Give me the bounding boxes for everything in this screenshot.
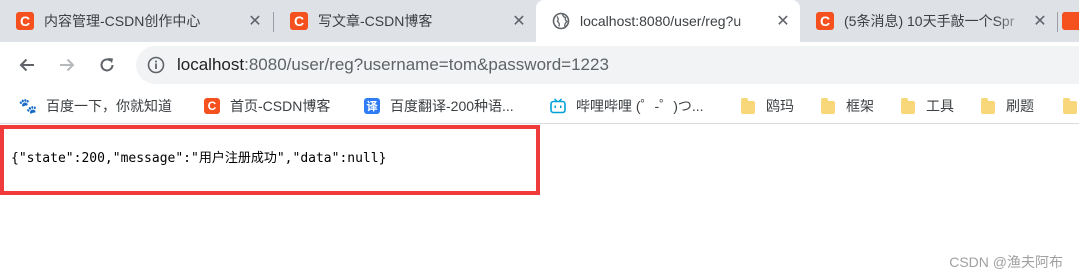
tab-title: 内容管理-CSDN创作中心 [44,13,201,29]
tab-title: 写文章-CSDN博客 [318,13,433,29]
csdn-icon: C [16,12,34,30]
csdn-icon: C [204,98,220,114]
bookmarks-bar: 🐾 百度一下，你就知道 C 首页-CSDN博客 译 百度翻译-200种语... … [0,88,1079,124]
bookmark-label: 首页-CSDN博客 [230,98,331,114]
csdn-icon: C [816,12,834,30]
arrow-left-icon [19,58,34,72]
bookmark-label: 鸥玛 [766,98,794,114]
url-text[interactable]: localhost:8080/user/reg?username=tom&pas… [177,55,609,75]
translate-icon: 译 [364,98,380,114]
close-icon[interactable]: ✕ [774,12,792,30]
csdn-icon[interactable] [1062,12,1079,30]
forward-button[interactable] [52,50,82,80]
baidu-icon: 🐾 [18,98,38,115]
bookmark-folder-ouma[interactable]: 鸥玛 [740,88,794,124]
bookmark-folder-framework[interactable]: 框架 [820,88,874,124]
tab-csdn-messages[interactable]: C (5条消息) 10天手敲一个Spr ✕ [800,0,1057,42]
tab-csdn-content-management[interactable]: C 内容管理-CSDN创作中心 ✕ [0,0,272,42]
bookmark-label: 工具 [926,98,954,114]
bookmark-label: 百度翻译-200种语... [390,98,514,114]
tab-localhost-reg[interactable]: localhost:8080/user/reg?u ✕ [536,0,800,42]
bilibili-icon [550,98,566,114]
info-icon[interactable] [147,56,165,74]
bookmark-baidu[interactable]: 🐾 百度一下，你就知道 [18,88,172,124]
bookmark-baidu-translate[interactable]: 译 百度翻译-200种语... [364,88,514,124]
reload-button[interactable] [92,50,122,80]
tab-strip: C 内容管理-CSDN创作中心 ✕ C 写文章-CSDN博客 ✕ localho… [0,0,1079,42]
bookmark-label: 哔哩哔哩 (゜-゜)つ... [576,98,704,114]
arrow-right-icon [60,58,75,72]
tab-separator [1057,12,1058,32]
close-icon[interactable]: ✕ [246,12,264,30]
bookmark-folder-tools[interactable]: 工具 [900,88,954,124]
bookmark-label: 刷题 [1006,98,1034,114]
folder-icon [740,97,756,114]
navigation-toolbar: localhost:8080/user/reg?username=tom&pas… [0,42,1079,88]
bookmark-label: 百度一下，你就知道 [46,98,172,114]
url-path: :8080/user/reg?username=tom&password=122… [244,55,609,74]
globe-icon [552,12,570,30]
folder-icon [820,97,836,114]
url-host: localhost [177,55,245,74]
watermark: CSDN @渔夫阿布 [949,254,1063,270]
close-icon[interactable]: ✕ [1031,12,1049,30]
address-bar[interactable]: localhost:8080/user/reg?username=tom&pas… [136,46,1079,84]
bookmark-folder-partial[interactable] [1062,88,1079,124]
bookmark-bilibili[interactable]: 哔哩哔哩 (゜-゜)つ... [550,88,704,124]
reload-icon [100,58,114,72]
back-button[interactable] [12,50,42,80]
tab-csdn-write-article[interactable]: C 写文章-CSDN博客 ✕ [274,0,536,42]
bookmark-folder-practice[interactable]: 刷题 [980,88,1034,124]
close-icon[interactable]: ✕ [510,12,528,30]
bookmark-csdn-home[interactable]: C 首页-CSDN博客 [204,88,330,124]
tab-title: localhost:8080/user/reg?u [580,13,742,29]
json-response: {"state":200,"message":"用户注册成功","data":n… [11,151,387,166]
csdn-icon: C [290,12,308,30]
tab-title: (5条消息) 10天手敲一个Spr [844,13,1015,29]
bookmark-label: 框架 [846,98,874,114]
folder-icon [900,97,916,114]
folder-icon [1062,97,1078,114]
folder-icon [980,97,996,114]
